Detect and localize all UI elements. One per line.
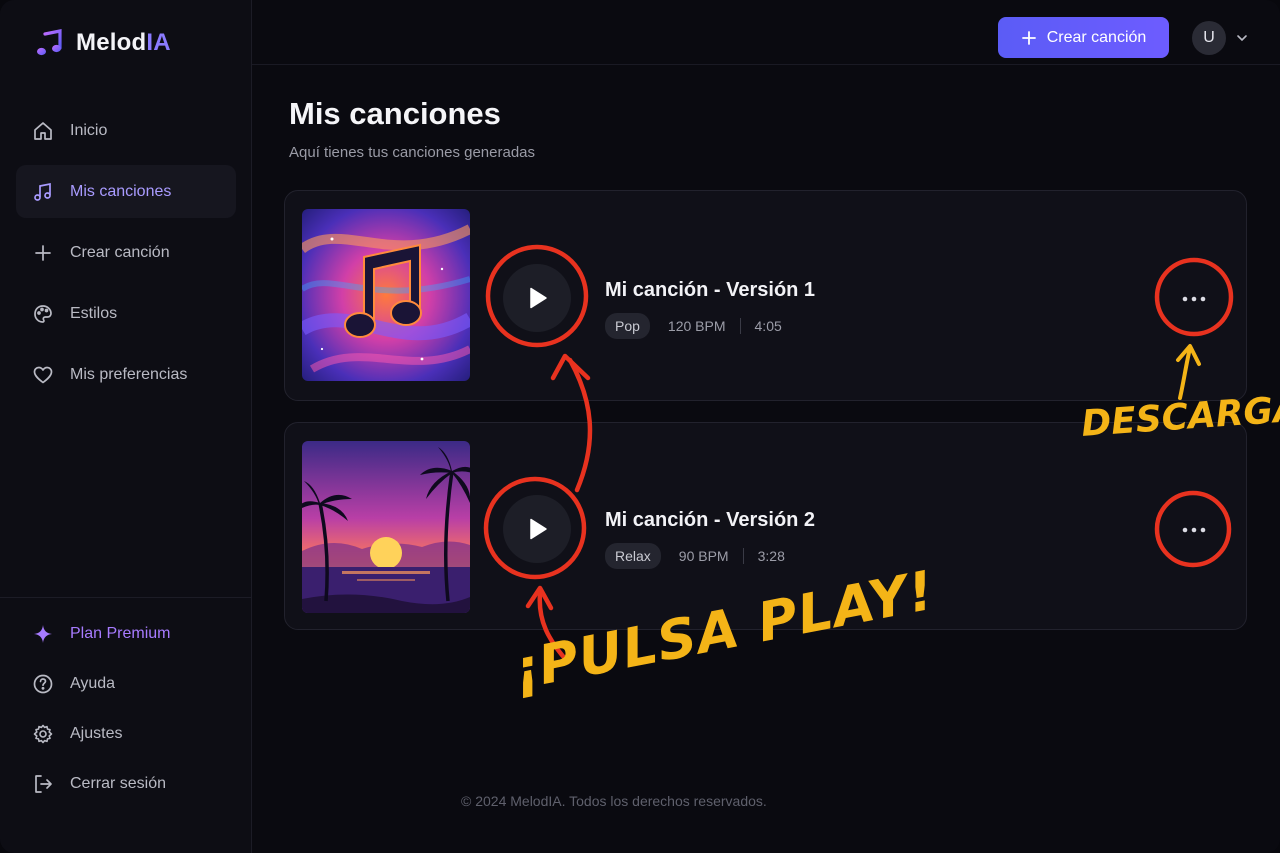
create-song-label: Crear canción	[1046, 28, 1147, 46]
sidebar-divider	[0, 597, 251, 598]
sidebar-item-label: Mis preferencias	[70, 365, 188, 383]
music-note-icon	[34, 182, 51, 201]
genre-tag: Pop	[605, 313, 650, 339]
more-options-button[interactable]	[1173, 278, 1215, 320]
sidebar-item-mis-preferencias[interactable]: Mis preferencias	[16, 348, 236, 401]
sidebar-item-cerrar-sesion[interactable]: Cerrar sesión	[16, 762, 236, 806]
sidebar-item-label: Mis canciones	[70, 182, 172, 200]
plus-icon	[35, 244, 51, 261]
song-bpm: 120 BPM	[667, 318, 726, 334]
page-subtitle: Aquí tienes tus canciones generadas	[289, 144, 535, 161]
play-icon	[530, 518, 547, 540]
play-button[interactable]	[503, 264, 571, 332]
sidebar-bottom-nav: Plan Premium Ayuda Ajustes Cerrar sesión	[16, 612, 236, 812]
song-title: Mi canción - Versión 2	[605, 509, 816, 531]
create-song-button[interactable]: Crear canción	[998, 17, 1169, 58]
more-options-button[interactable]	[1173, 509, 1215, 551]
song-cover	[302, 209, 470, 381]
sidebar-item-crear-cancion[interactable]: Crear canción	[16, 226, 236, 279]
sidebar-item-label: Cerrar sesión	[70, 775, 167, 792]
song-meta: Relax 90 BPM 3:28	[605, 543, 785, 569]
avatar[interactable]: U	[1192, 21, 1226, 55]
help-circle-icon	[33, 674, 53, 694]
song-bpm: 90 BPM	[678, 548, 729, 564]
palette-icon	[34, 304, 52, 323]
sidebar-nav: Inicio Mis canciones Crear canción Estil…	[16, 104, 236, 409]
sidebar-item-label: Inicio	[70, 121, 108, 139]
sidebar-item-estilos[interactable]: Estilos	[16, 287, 236, 340]
chevron-down-icon[interactable]	[1235, 31, 1249, 45]
page-title: Mis canciones	[289, 96, 501, 131]
app-name: MelodIA	[76, 29, 171, 56]
app-window: MelodIA Inicio Mis canciones Crear canci…	[0, 0, 1280, 853]
song-cover	[302, 441, 470, 613]
sidebar-item-plan-premium[interactable]: Plan Premium	[16, 612, 236, 656]
sidebar-item-label: Plan Premium	[70, 625, 171, 642]
plus-icon	[1021, 30, 1036, 45]
more-horizontal-icon	[1182, 296, 1206, 302]
top-bar: Crear canción U	[252, 0, 1280, 65]
sidebar-item-ajustes[interactable]: Ajustes	[16, 712, 236, 756]
logout-icon	[35, 775, 52, 793]
avatar-initial: U	[1203, 29, 1215, 46]
sparkle-icon	[34, 625, 52, 643]
sidebar-item-label: Estilos	[70, 304, 118, 322]
song-title: Mi canción - Versión 1	[605, 279, 816, 301]
sidebar-item-label: Ayuda	[70, 675, 116, 692]
song-meta: Pop 120 BPM 4:05	[605, 313, 782, 339]
sidebar-item-inicio[interactable]: Inicio	[16, 104, 236, 157]
sidebar-item-label: Ajustes	[70, 725, 123, 742]
meta-separator	[742, 548, 744, 564]
heart-icon	[33, 366, 53, 383]
play-button[interactable]	[503, 495, 571, 563]
sidebar-item-label: Crear canción	[70, 243, 170, 261]
home-icon	[34, 121, 52, 140]
genre-tag: Relax	[605, 543, 661, 569]
play-icon	[530, 287, 547, 309]
footer-copyright: © 2024 MelodIA. Todos los derechos reser…	[461, 793, 767, 809]
song-duration: 4:05	[754, 318, 782, 334]
sidebar-item-mis-canciones[interactable]: Mis canciones	[16, 165, 236, 218]
sidebar-item-ayuda[interactable]: Ayuda	[16, 662, 236, 706]
song-duration: 3:28	[757, 548, 785, 564]
music-note-icon	[37, 29, 62, 56]
meta-separator	[739, 318, 741, 334]
more-horizontal-icon	[1182, 527, 1206, 533]
gear-icon	[33, 724, 53, 744]
logo[interactable]: MelodIA	[34, 28, 171, 58]
sidebar: MelodIA Inicio Mis canciones Crear canci…	[0, 0, 252, 853]
song-card: Mi canción - Versión 1 Pop 120 BPM 4:05	[284, 190, 1247, 401]
